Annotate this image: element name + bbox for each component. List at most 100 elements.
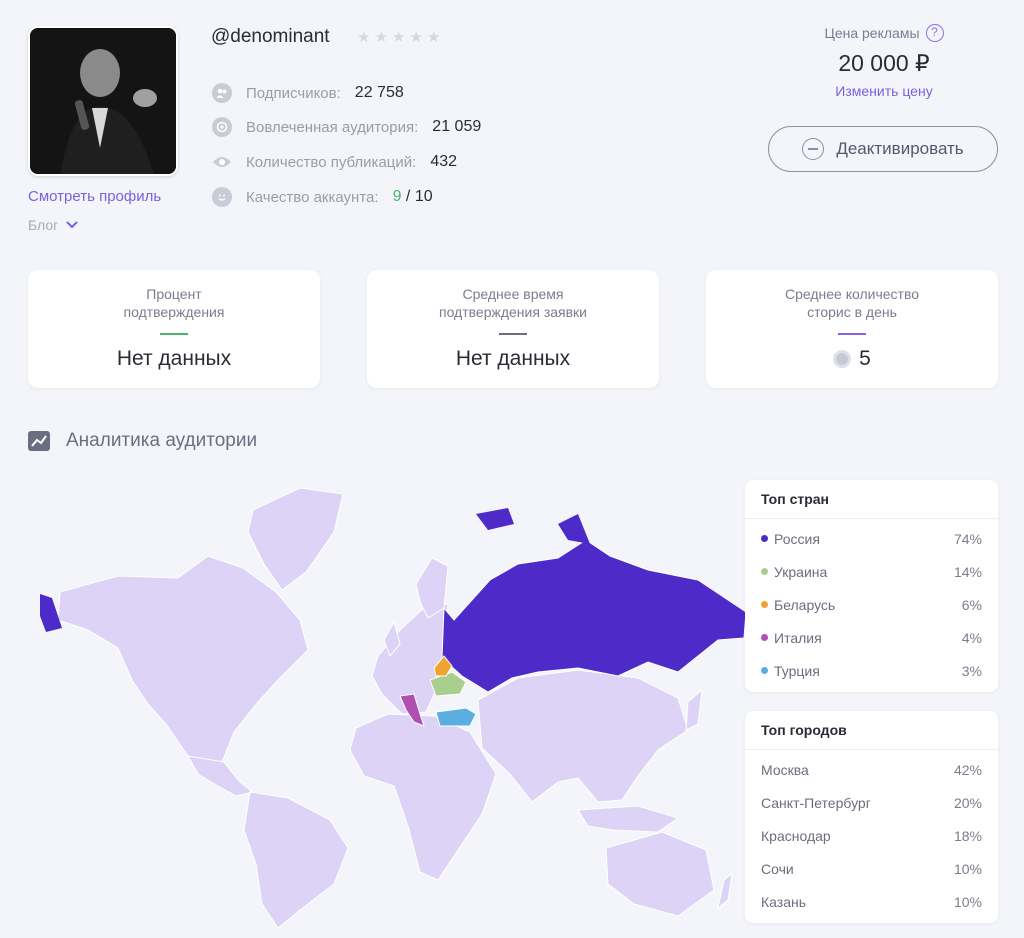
stat-label: Качество аккаунта: <box>246 188 379 206</box>
color-dot <box>761 535 768 542</box>
country-name: Украина <box>774 563 828 580</box>
deactivate-button[interactable]: Деактивировать <box>768 126 998 172</box>
story-icon <box>833 350 852 368</box>
minus-circle-icon <box>802 138 825 160</box>
region-russia-arctic <box>558 514 590 544</box>
city-name: Москва <box>761 761 809 778</box>
list-item: Турция 3% <box>745 654 998 687</box>
world-map[interactable] <box>38 480 748 930</box>
card-title-line: Процент <box>146 286 202 302</box>
city-pct: 18% <box>953 827 982 844</box>
stat-label: Вовлеченная аудитория: <box>246 118 419 136</box>
star-icon: ★ <box>357 29 371 46</box>
stat-followers: Подписчиков: 22 758 <box>212 83 404 103</box>
color-dot <box>761 667 768 674</box>
region-turkey <box>435 707 477 727</box>
country-name: Россия <box>774 530 820 547</box>
card-value: 5 <box>706 347 998 371</box>
list-item: Краснодар 18% <box>745 819 998 852</box>
confirmation-time-card: Среднее время подтверждения заявки Нет д… <box>367 270 659 388</box>
city-name: Казань <box>761 893 807 910</box>
card-title: Среднее время подтверждения заявки <box>367 285 659 321</box>
region-russia <box>441 539 747 693</box>
top-countries-panel: Топ стран Россия 74% Украина 14% Беларус… <box>745 480 998 692</box>
rating-stars: ★ ★ ★ ★ ★ <box>357 28 440 46</box>
star-icon: ★ <box>374 29 388 46</box>
view-profile-link[interactable]: Смотреть профиль <box>28 188 161 205</box>
stat-engaged: Вовлеченная аудитория: 21 059 <box>212 117 481 137</box>
city-name: Сочи <box>761 860 794 877</box>
card-title-line: подтверждения заявки <box>438 304 587 320</box>
city-name: Санкт-Петербург <box>761 794 871 811</box>
card-title-line: сторис в день <box>807 304 897 320</box>
card-accent-line <box>838 333 866 335</box>
analytics-title: Аналитика аудитории <box>66 430 258 451</box>
city-name: Краснодар <box>761 827 831 844</box>
list-item: Италия 4% <box>745 621 998 654</box>
card-title-line: Среднее количество <box>784 286 920 302</box>
card-value: Нет данных <box>28 347 320 371</box>
stat-value: 432 <box>430 153 458 170</box>
region-scandinavia <box>415 557 449 619</box>
chart-icon <box>28 431 50 451</box>
price-label-row: Цена рекламы ? <box>770 24 998 42</box>
card-value-text: Нет данных <box>455 347 571 370</box>
country-pct: 74% <box>953 530 982 547</box>
stat-quality: Качество аккаунта: 9 / 10 <box>212 187 433 207</box>
region-russia-north-islands <box>476 508 514 530</box>
card-accent-line <box>499 333 527 335</box>
deactivate-label: Деактивировать <box>836 139 964 158</box>
card-title: Процент подтверждения <box>28 285 320 321</box>
top-cities-title: Топ городов <box>745 711 998 750</box>
region-australia <box>605 831 715 917</box>
avatar <box>28 26 178 176</box>
top-countries-title: Топ стран <box>745 480 998 519</box>
card-value-text: 5 <box>859 347 871 370</box>
country-name: Турция <box>774 662 820 679</box>
eye-icon <box>212 152 232 172</box>
stat-label: Количество публикаций: <box>246 153 417 171</box>
price-value: 20 000 ₽ <box>838 50 930 76</box>
card-title: Среднее количество сторис в день <box>706 285 998 321</box>
region-greenland <box>247 487 344 591</box>
color-dot <box>761 634 768 641</box>
list-item: Беларусь 6% <box>745 588 998 621</box>
target-icon <box>212 117 232 137</box>
list-item: Санкт-Петербург 20% <box>745 786 998 819</box>
color-dot <box>761 601 768 608</box>
country-name: Италия <box>774 629 822 646</box>
list-item: Украина 14% <box>745 555 998 588</box>
card-value: Нет данных <box>367 347 659 371</box>
star-icon: ★ <box>426 29 441 46</box>
followers-icon <box>212 83 232 103</box>
region-new-zealand <box>717 872 733 910</box>
stat-publications: Количество публикаций: 432 <box>212 152 457 172</box>
category-dropdown[interactable]: Блог <box>28 217 78 233</box>
list-item: Сочи 10% <box>745 852 998 885</box>
region-africa <box>349 713 497 881</box>
change-price-link[interactable]: Изменить цену <box>770 83 998 99</box>
country-pct: 14% <box>953 563 982 580</box>
list-item: Москва 42% <box>745 753 998 786</box>
region-north-america <box>57 555 309 763</box>
region-asia <box>477 669 689 803</box>
chevron-down-icon <box>66 221 78 229</box>
country-pct: 6% <box>961 596 982 613</box>
stories-per-day-card: Среднее количество сторис в день 5 <box>706 270 998 388</box>
price-block: Цена рекламы ? 20 000 ₽ Изменить цену <box>770 24 998 99</box>
category-label: Блог <box>28 217 59 233</box>
list-item: Казань 10% <box>745 885 998 918</box>
city-pct: 10% <box>953 860 982 877</box>
card-title-line: Среднее время <box>462 286 564 302</box>
region-central-america <box>187 755 254 797</box>
region-japan <box>685 688 703 731</box>
color-dot <box>761 568 768 575</box>
region-south-america <box>243 791 349 929</box>
stat-value: 22 758 <box>354 84 404 101</box>
card-value-text: Нет данных <box>116 347 232 370</box>
help-icon[interactable]: ? <box>925 24 944 42</box>
quality-max: / 10 <box>405 188 433 205</box>
top-cities-panel: Топ городов Москва 42% Санкт-Петербург 20%… <box>745 711 998 923</box>
confirmation-rate-card: Процент подтверждения Нет данных <box>28 270 320 388</box>
price-label: Цена рекламы <box>824 25 920 41</box>
